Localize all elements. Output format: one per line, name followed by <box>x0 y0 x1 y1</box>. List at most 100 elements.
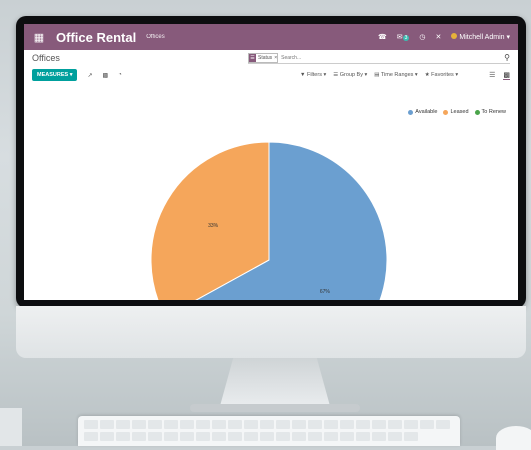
breadcrumb-row: Offices ☰ Status × ⚲ <box>24 50 518 66</box>
keyboard-key <box>132 432 146 441</box>
keyboard-key <box>244 432 258 441</box>
legend-item[interactable]: To Renew <box>474 109 506 115</box>
keyboard-key <box>340 432 354 441</box>
group-by-label: Group By <box>339 72 363 78</box>
control-row: MEASURES ▾ ↗ ▩ ◔ ▼ Filters ▾ ☰ Group By … <box>24 66 518 84</box>
favorites-dropdown[interactable]: ★ Favorites ▾ <box>425 72 458 78</box>
keyboard-key <box>212 432 226 441</box>
time-ranges-dropdown[interactable]: ▤ Time Ranges ▾ <box>374 72 417 78</box>
measures-label: MEASURES <box>37 72 69 78</box>
monitor-stand <box>220 358 330 406</box>
keyboard-key <box>324 432 338 441</box>
graph-view-icon[interactable]: ▩ <box>503 71 510 80</box>
filters-dropdown[interactable]: ▼ Filters ▾ <box>300 72 326 78</box>
keyboard-key <box>84 432 98 441</box>
group-by-dropdown[interactable]: ☰ Group By ▾ <box>333 72 367 78</box>
chart-legend: Available Leased To Renew <box>408 109 506 115</box>
keyboard-key <box>212 420 226 429</box>
favorites-label: Favorites <box>431 72 454 78</box>
keyboard-key <box>148 432 162 441</box>
chart-area: Available Leased To Renew 67% 33% <box>24 84 518 300</box>
bar-chart-icon[interactable]: ▩ <box>103 72 109 79</box>
monitor-chin <box>16 306 526 358</box>
facet-label: Status <box>258 54 273 61</box>
keyboard-key <box>388 432 402 441</box>
keyboard-key <box>196 420 210 429</box>
legend-item[interactable]: Leased <box>443 109 469 115</box>
keyboard-key <box>404 432 418 441</box>
keyboard-key <box>84 420 98 429</box>
legend-dot <box>474 109 480 115</box>
menu-item-offices[interactable]: Offices <box>146 34 165 40</box>
pie-data-label: 67% <box>320 289 331 295</box>
app-title[interactable]: Office Rental <box>56 30 136 45</box>
keyboard-key <box>164 432 178 441</box>
keyboard-key <box>148 420 162 429</box>
keyboard-key <box>388 420 402 429</box>
keyboard-key <box>308 432 322 441</box>
apps-menu-icon[interactable]: ▦ <box>32 31 46 44</box>
keyboard-key <box>116 432 130 441</box>
keyboard-key <box>404 420 418 429</box>
breadcrumb: Offices <box>32 53 60 63</box>
view-switcher: ☰ ▩ <box>489 71 510 80</box>
mouse <box>496 426 531 450</box>
keyboard <box>78 416 460 446</box>
keyboard-key <box>372 432 386 441</box>
activity-icon[interactable]: ◷ <box>419 33 425 41</box>
keyboard-key <box>356 420 370 429</box>
keyboard-key <box>100 432 114 441</box>
keyboard-key <box>260 420 274 429</box>
keyboard-key <box>324 420 338 429</box>
group-icon: ☰ <box>249 53 256 62</box>
time-ranges-label: Time Ranges <box>380 72 414 78</box>
facet-remove-icon[interactable]: × <box>274 55 277 61</box>
keyboard-key <box>180 432 194 441</box>
legend-item[interactable]: Available <box>408 109 437 115</box>
keyboard-key <box>308 420 322 429</box>
top-navbar: ▦ Office Rental Offices ☎ ✉ 3 ◷ ✕ Mitchel… <box>24 24 518 50</box>
search-icon[interactable]: ⚲ <box>504 53 510 62</box>
keyboard-key <box>228 432 242 441</box>
monitor-stand-base <box>190 404 360 412</box>
line-chart-icon[interactable]: ↗ <box>87 72 92 79</box>
pivot-view-icon[interactable]: ☰ <box>489 71 495 80</box>
close-icon[interactable]: ✕ <box>436 33 442 41</box>
keyboard-key <box>420 420 434 429</box>
keyboard-key <box>116 420 130 429</box>
screen: ▦ Office Rental Offices ☎ ✉ 3 ◷ ✕ Mitchel… <box>24 24 518 300</box>
desk-pad <box>0 408 22 446</box>
keyboard-key <box>228 420 242 429</box>
avatar <box>451 33 458 39</box>
search-input[interactable] <box>281 54 442 61</box>
keyboard-key <box>132 420 146 429</box>
pie-chart: 67% 33% <box>150 141 388 300</box>
phone-icon[interactable]: ☎ <box>378 33 387 41</box>
chat-icon[interactable]: ✉ 3 <box>397 33 410 41</box>
keyboard-key <box>164 420 178 429</box>
keyboard-key <box>372 420 386 429</box>
measures-button[interactable]: MEASURES ▾ <box>32 69 78 81</box>
legend-dot <box>408 109 414 115</box>
navbar-right: ☎ ✉ 3 ◷ ✕ Mitchell Admin ▾ <box>378 33 510 41</box>
user-name: Mitchell Admin <box>459 34 505 41</box>
legend-label: Available <box>415 109 438 115</box>
keyboard-key <box>276 420 290 429</box>
keyboard-key <box>244 420 258 429</box>
pie-data-label: 33% <box>208 223 219 229</box>
message-count-badge: 3 <box>402 35 410 41</box>
legend-label: To Renew <box>481 109 506 115</box>
keyboard-key <box>196 432 210 441</box>
search-bar[interactable]: ☰ Status × ⚲ <box>248 52 510 64</box>
keyboard-key <box>100 420 114 429</box>
user-menu[interactable]: Mitchell Admin ▾ <box>451 33 510 41</box>
keyboard-key <box>340 420 354 429</box>
keyboard-key <box>180 420 194 429</box>
keyboard-key <box>292 420 306 429</box>
status-facet[interactable]: ☰ Status × <box>248 52 279 63</box>
legend-label: Leased <box>450 109 469 115</box>
keyboard-key <box>260 432 274 441</box>
pie-chart-icon[interactable]: ◔ <box>118 72 122 78</box>
filters-label: Filters <box>306 72 322 78</box>
keyboard-key <box>436 420 450 429</box>
